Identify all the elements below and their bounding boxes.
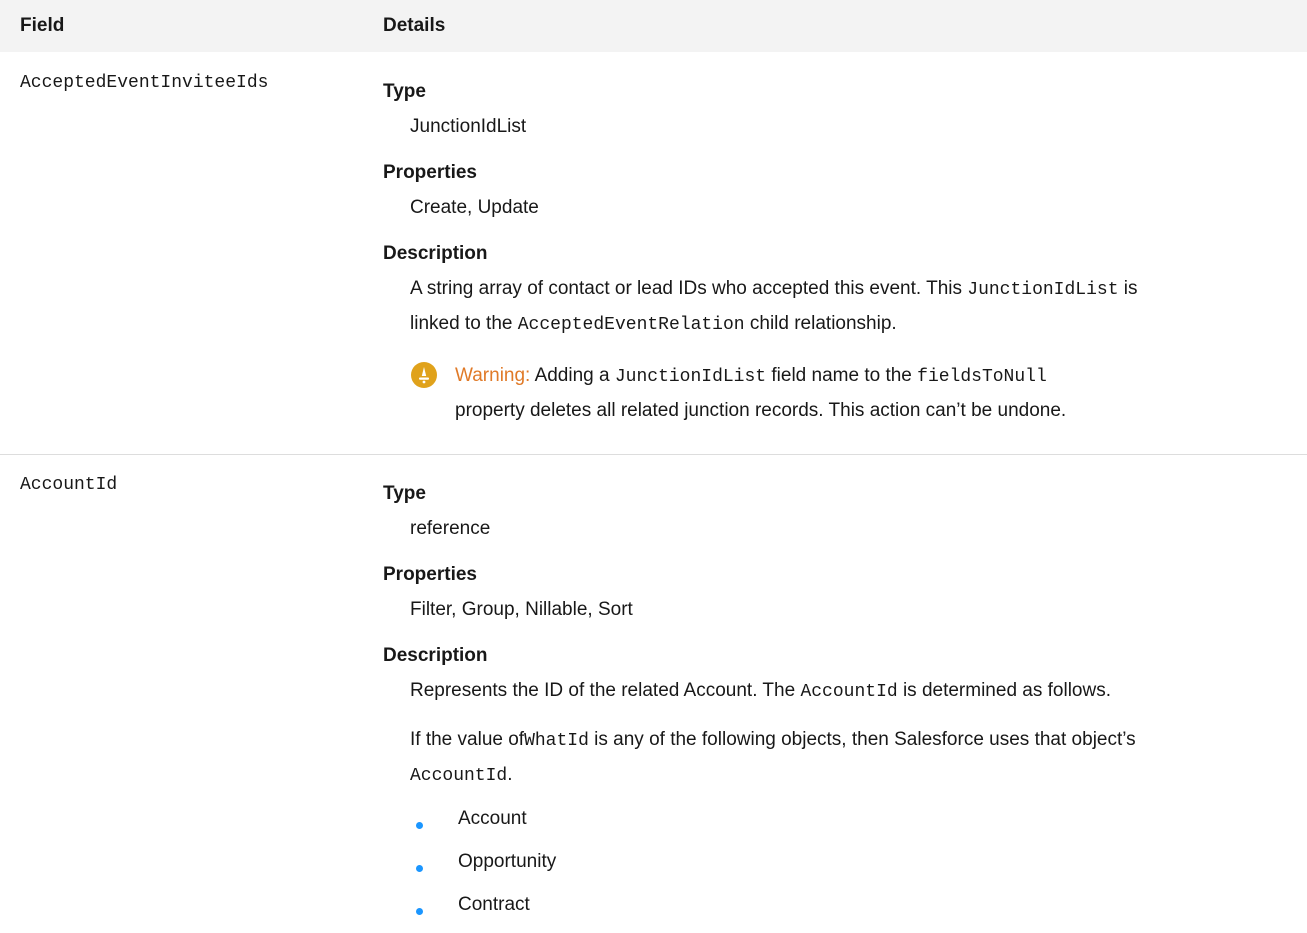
bullet-icon bbox=[416, 908, 423, 915]
field-name: AcceptedEventInviteeIds bbox=[20, 73, 269, 93]
list-item: Account bbox=[458, 808, 527, 829]
type-value: JunctionIdList bbox=[410, 116, 527, 137]
warning-line-2: property deletes all related junction re… bbox=[455, 400, 1067, 421]
type-label: Type bbox=[383, 483, 426, 504]
code-acceptedeventrelation: AcceptedEventRelation bbox=[517, 315, 745, 335]
properties-value: Filter, Group, Nillable, Sort bbox=[410, 599, 633, 620]
warning-label: Warning: bbox=[455, 365, 531, 386]
properties-label: Properties bbox=[383, 564, 477, 585]
properties-value: Create, Update bbox=[410, 197, 539, 218]
warning-icon bbox=[411, 362, 437, 388]
description-line-1: A string array of contact or lead IDs wh… bbox=[410, 278, 1138, 300]
description-para-2-line-2: AccountId. bbox=[410, 764, 513, 786]
table-header: Field Details bbox=[0, 0, 1307, 52]
code-fieldstonull: fieldsToNull bbox=[917, 367, 1047, 387]
list-item: Contract bbox=[458, 894, 530, 915]
code-accountid: AccountId bbox=[800, 682, 898, 702]
bullet-icon bbox=[416, 822, 423, 829]
warning-line-1: Warning: Adding a JunctionIdList field n… bbox=[455, 365, 1047, 387]
code-whatid: WhatId bbox=[524, 731, 589, 751]
description-label: Description bbox=[383, 243, 488, 264]
description-line-2: linked to the AcceptedEventRelation chil… bbox=[410, 313, 897, 335]
description-para-2-line-1: If the value ofWhatId is any of the foll… bbox=[410, 729, 1136, 751]
description-label: Description bbox=[383, 645, 488, 666]
description-line-1: Represents the ID of the related Account… bbox=[410, 680, 1111, 702]
column-header-field: Field bbox=[20, 15, 65, 36]
column-header-details: Details bbox=[383, 15, 446, 36]
type-value: reference bbox=[410, 518, 491, 539]
properties-label: Properties bbox=[383, 162, 477, 183]
list-item: Opportunity bbox=[458, 851, 557, 872]
bullet-icon bbox=[416, 865, 423, 872]
type-label: Type bbox=[383, 81, 426, 102]
field-name: AccountId bbox=[20, 475, 118, 495]
code-junctionidlist: JunctionIdList bbox=[614, 367, 767, 387]
code-accountid: AccountId bbox=[410, 766, 508, 786]
row-divider bbox=[0, 454, 1307, 455]
code-junctionidlist: JunctionIdList bbox=[967, 280, 1119, 300]
